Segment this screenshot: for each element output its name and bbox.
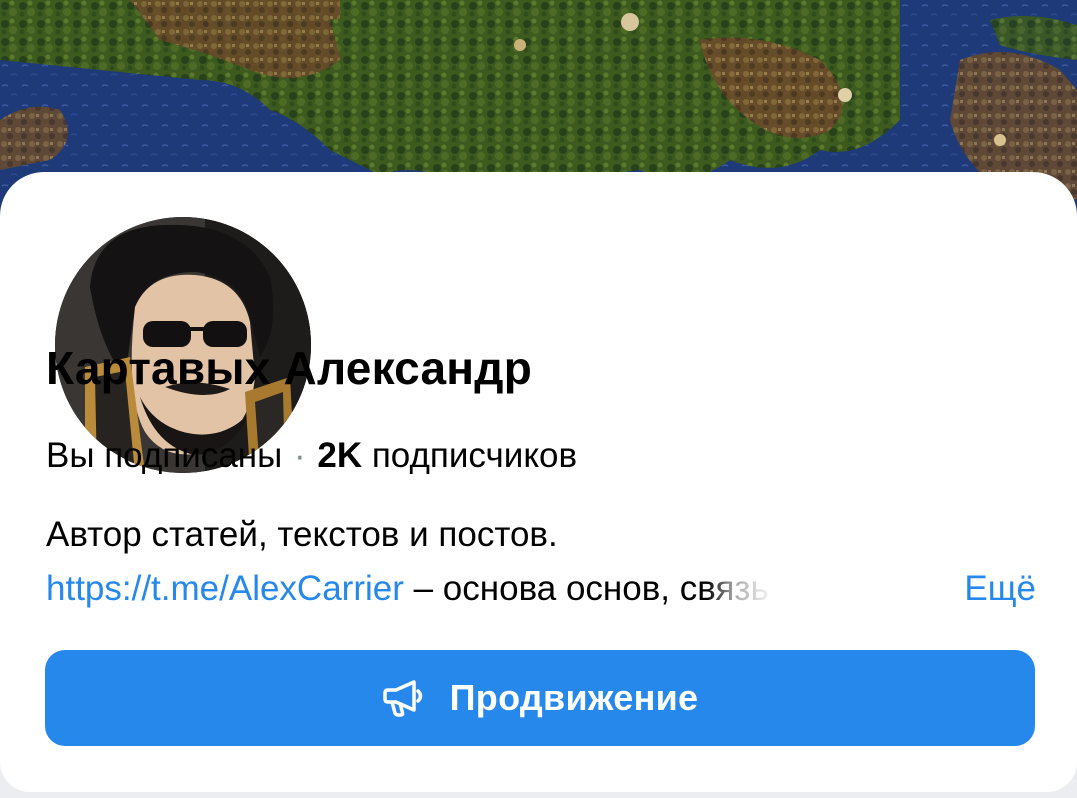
profile-bio: Автор статей, текстов и постов. https://… <box>46 508 1036 616</box>
bio-line-2: https://t.me/AlexCarrier – основа основ,… <box>46 562 1036 616</box>
promote-button[interactable]: Продвижение <box>45 650 1035 746</box>
show-more-link[interactable]: Ещё <box>952 562 1036 616</box>
subscribed-status[interactable]: Вы подписаны <box>46 436 282 475</box>
promote-button-label: Продвижение <box>449 677 699 718</box>
subscriber-count[interactable]: 2K <box>317 436 362 475</box>
bio-line-1: Автор статей, текстов и постов. <box>46 515 558 554</box>
bio-truncated-text: связь <box>679 569 769 608</box>
subscriber-label[interactable]: подписчиков <box>372 436 577 475</box>
bio-telegram-link[interactable]: https://t.me/AlexCarrier <box>46 569 404 608</box>
bio-line-2-text: – основа основ, <box>403 569 680 608</box>
separator-dot: · <box>293 436 306 475</box>
profile-card: Картавых Александр Вы подписаны · 2K под… <box>0 172 1077 792</box>
profile-name: Картавых Александр <box>46 342 532 394</box>
subscription-info: Вы подписаны · 2K подписчиков <box>46 436 577 476</box>
megaphone-icon <box>382 678 428 718</box>
